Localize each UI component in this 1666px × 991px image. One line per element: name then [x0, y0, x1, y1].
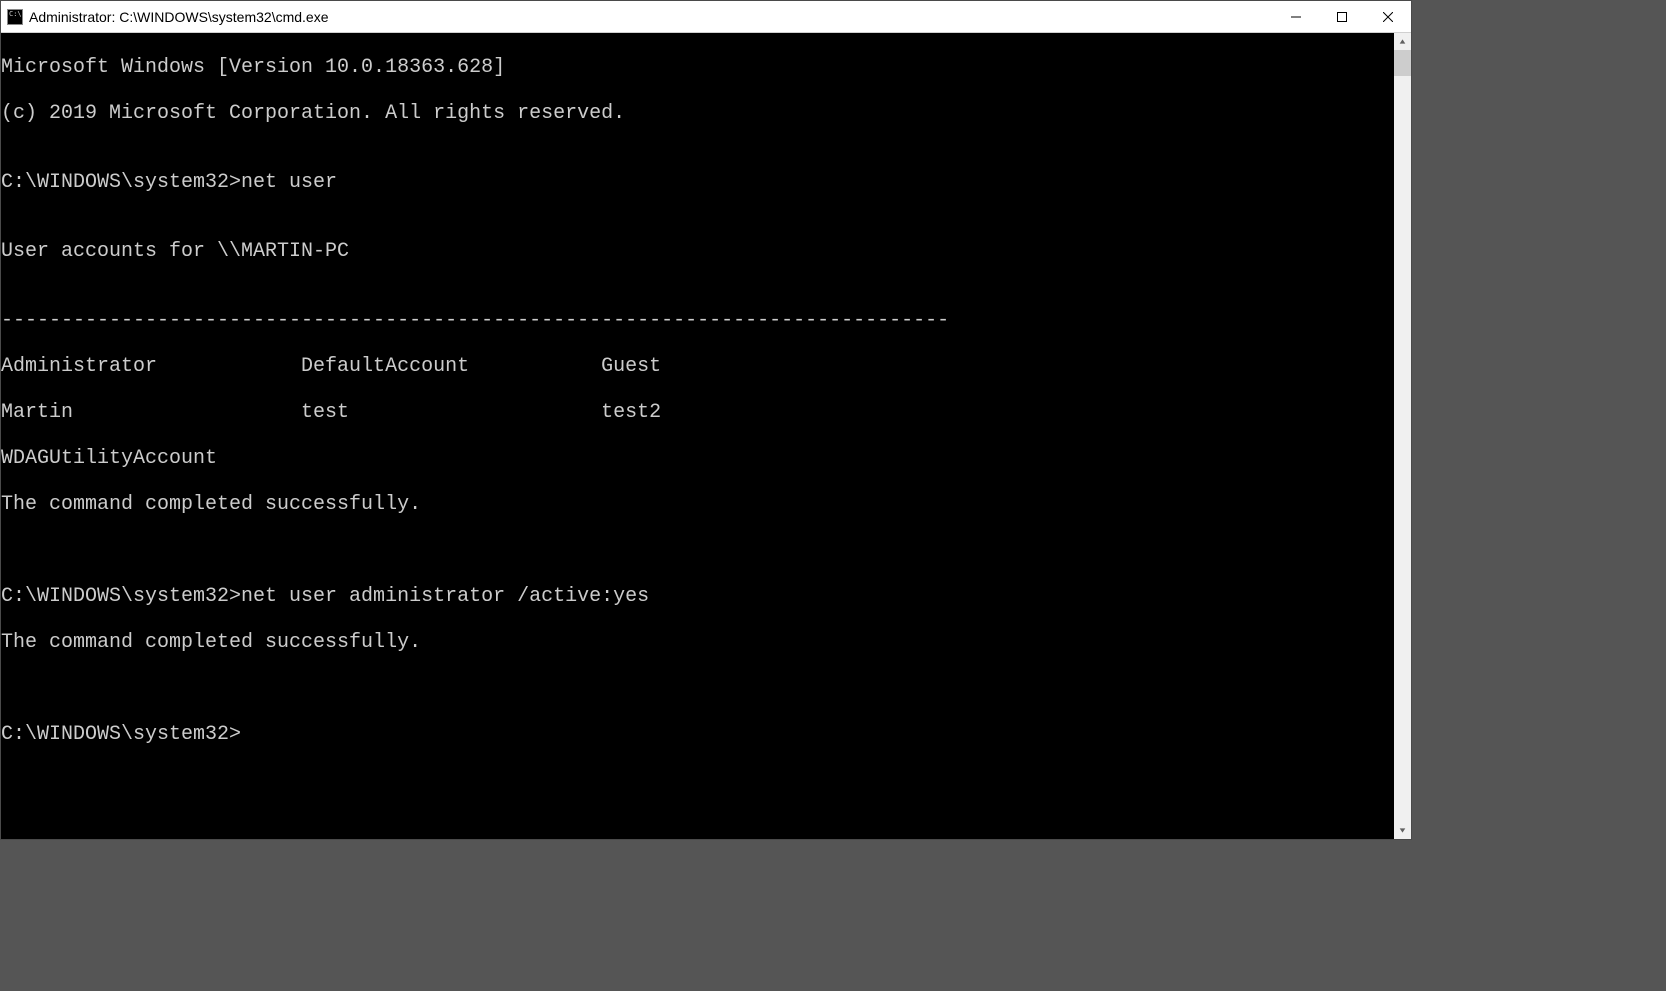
minimize-icon: [1291, 12, 1301, 22]
console-line: Martin test test2: [1, 401, 1394, 424]
maximize-icon: [1337, 12, 1347, 22]
console-line: (c) 2019 Microsoft Corporation. All righ…: [1, 102, 1394, 125]
minimize-button[interactable]: [1273, 1, 1319, 32]
console-line: User accounts for \\MARTIN-PC: [1, 240, 1394, 263]
scroll-up-button[interactable]: [1394, 33, 1411, 50]
console-line: Microsoft Windows [Version 10.0.18363.62…: [1, 56, 1394, 79]
scroll-track[interactable]: [1394, 50, 1411, 822]
console-line: The command completed successfully.: [1, 631, 1394, 654]
window-title: Administrator: C:\WINDOWS\system32\cmd.e…: [29, 9, 1273, 25]
scroll-down-button[interactable]: [1394, 822, 1411, 839]
chevron-down-icon: [1399, 827, 1406, 834]
console-prompt: C:\WINDOWS\system32>: [1, 723, 1394, 746]
chevron-up-icon: [1399, 38, 1406, 45]
cmd-icon: [7, 9, 23, 25]
console-prompt: C:\WINDOWS\system32>net user administrat…: [1, 585, 1394, 608]
console-line: ----------------------------------------…: [1, 309, 1394, 332]
cmd-window: Administrator: C:\WINDOWS\system32\cmd.e…: [0, 0, 1412, 840]
console-line: The command completed successfully.: [1, 493, 1394, 516]
vertical-scrollbar[interactable]: [1394, 33, 1411, 839]
console-line: Administrator DefaultAccount Guest: [1, 355, 1394, 378]
console-prompt: C:\WINDOWS\system32>net user: [1, 171, 1394, 194]
scroll-thumb[interactable]: [1394, 50, 1411, 76]
close-button[interactable]: [1365, 1, 1411, 32]
close-icon: [1383, 12, 1393, 22]
maximize-button[interactable]: [1319, 1, 1365, 32]
client-area: Microsoft Windows [Version 10.0.18363.62…: [1, 33, 1411, 839]
console-line: WDAGUtilityAccount: [1, 447, 1394, 470]
titlebar[interactable]: Administrator: C:\WINDOWS\system32\cmd.e…: [1, 1, 1411, 33]
window-controls: [1273, 1, 1411, 32]
console-output[interactable]: Microsoft Windows [Version 10.0.18363.62…: [1, 33, 1394, 839]
